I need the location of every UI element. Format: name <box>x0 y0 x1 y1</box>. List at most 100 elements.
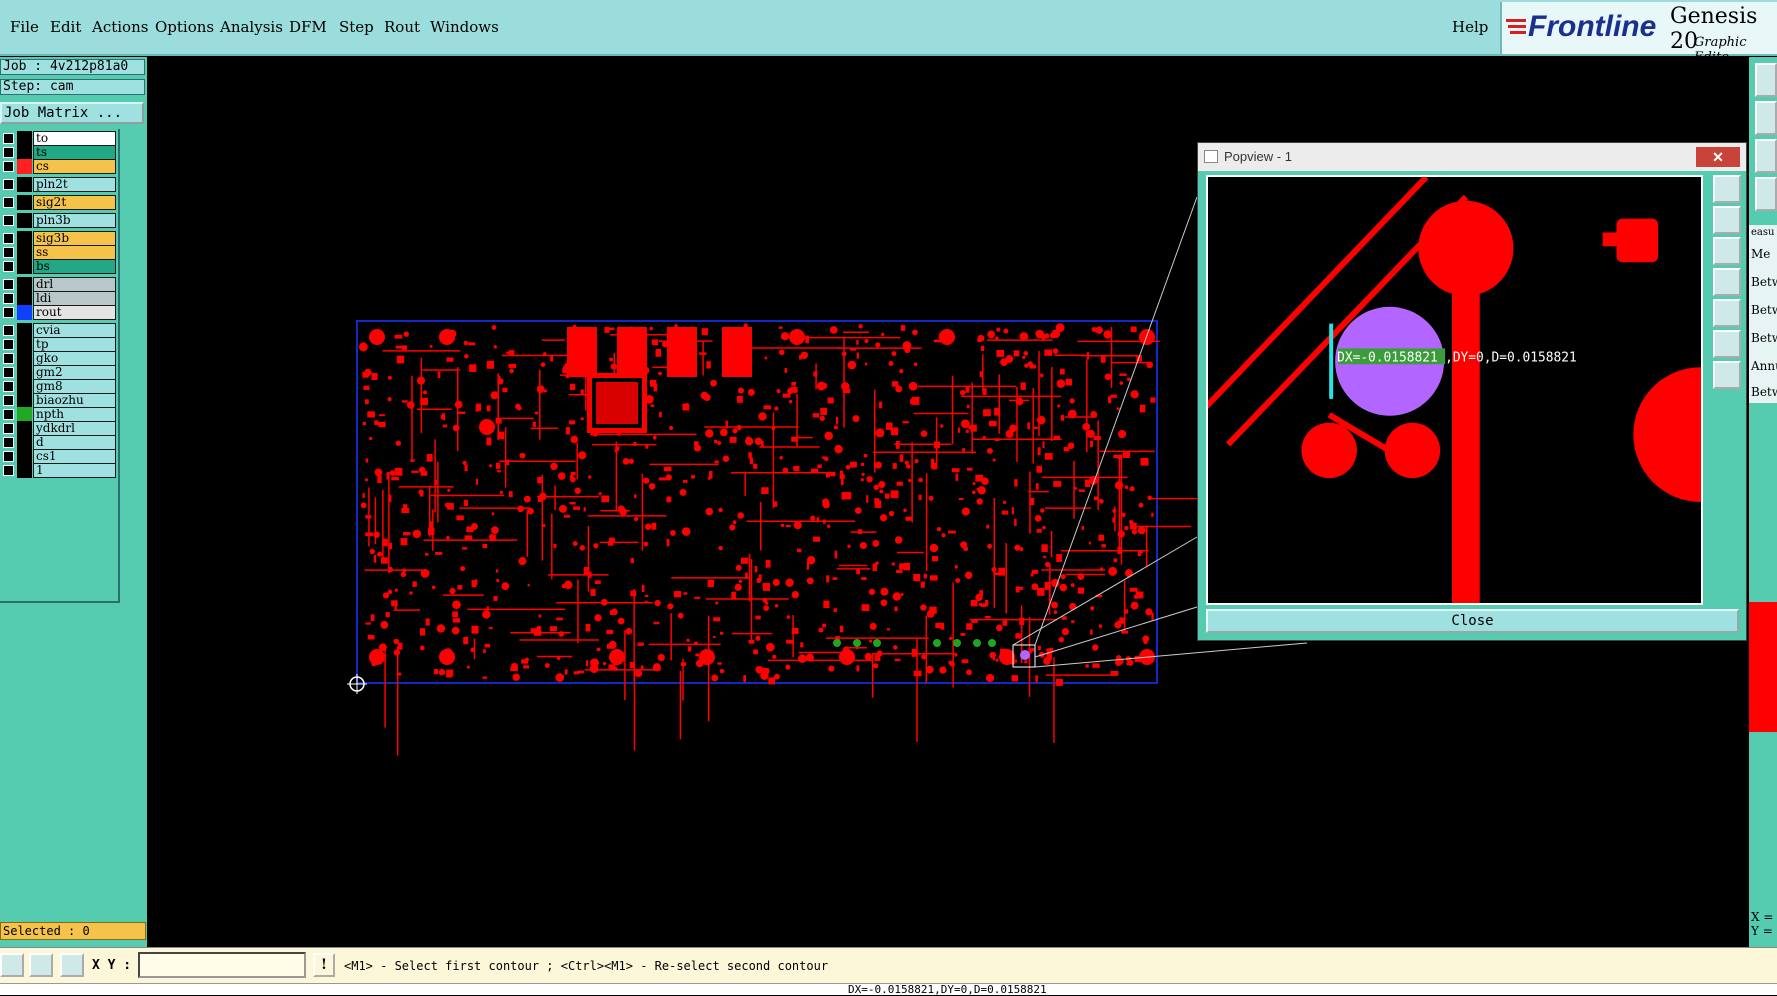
measure-option[interactable]: Betw <box>1751 331 1777 345</box>
layer-name[interactable]: cvia <box>33 323 116 338</box>
measure-option[interactable]: Annu <box>1751 359 1777 373</box>
zoom-out-icon[interactable] <box>1713 361 1741 389</box>
layer-name[interactable]: tp <box>33 337 116 352</box>
pan-right-icon[interactable] <box>1713 299 1741 327</box>
menu-dfm[interactable]: DFM <box>289 18 327 36</box>
layer-name[interactable]: npth <box>33 407 116 422</box>
menu-options[interactable]: Options <box>155 18 214 36</box>
layer-name[interactable]: pln3b <box>33 213 116 228</box>
menu-help[interactable]: Help <box>1452 18 1488 36</box>
layer-name[interactable]: gko <box>33 351 116 366</box>
grid-snap-icon[interactable] <box>60 953 84 977</box>
right-tool-icon[interactable] <box>1755 63 1777 97</box>
layer-checkbox[interactable] <box>3 437 14 448</box>
layer-row[interactable]: bs <box>0 259 118 274</box>
layer-name[interactable]: ydkdrl <box>33 421 116 436</box>
layer-row[interactable]: gm8 <box>0 379 118 394</box>
layer-name[interactable]: cs <box>33 159 116 174</box>
layer-name[interactable]: ts <box>33 145 116 160</box>
layer-name[interactable]: biaozhu <box>33 393 116 408</box>
layer-row[interactable]: cs <box>0 159 118 174</box>
layer-checkbox[interactable] <box>3 215 14 226</box>
layer-row[interactable]: npth <box>0 407 118 422</box>
measure-option[interactable]: Betw <box>1751 303 1777 317</box>
layer-row[interactable]: cs1 <box>0 449 118 464</box>
layer-row[interactable]: ts <box>0 145 118 160</box>
popview-titlebar[interactable]: Popview - 1 ✕ <box>1198 143 1746 171</box>
layer-checkbox[interactable] <box>3 261 14 272</box>
layer-row[interactable]: cvia <box>0 323 118 338</box>
pan-up-icon[interactable] <box>1713 206 1741 234</box>
layer-name[interactable]: pln2t <box>33 177 116 192</box>
popview-close-button[interactable]: Close <box>1206 609 1739 633</box>
measure-mode[interactable]: Me <box>1751 247 1777 261</box>
layer-checkbox[interactable] <box>3 279 14 290</box>
layer-name[interactable]: ss <box>33 245 116 260</box>
right-tool-icon[interactable] <box>1755 177 1777 211</box>
close-icon[interactable]: ✕ <box>1696 147 1740 167</box>
xy-input[interactable] <box>138 952 306 978</box>
layer-checkbox[interactable] <box>3 451 14 462</box>
measure-mode-icon[interactable] <box>29 953 53 977</box>
right-tool-icon[interactable] <box>1755 139 1777 173</box>
layer-name[interactable]: cs1 <box>33 449 116 464</box>
layer-checkbox[interactable] <box>3 423 14 434</box>
layer-name[interactable]: 1 <box>33 463 116 478</box>
layer-row[interactable]: 1 <box>0 463 118 478</box>
layer-checkbox[interactable] <box>3 325 14 336</box>
layer-checkbox[interactable] <box>3 307 14 318</box>
layer-checkbox[interactable] <box>3 381 14 392</box>
measure-option[interactable]: Betw <box>1751 385 1777 399</box>
layer-row[interactable]: sig3b <box>0 231 118 246</box>
layer-name[interactable]: ldi <box>33 291 116 306</box>
layer-checkbox[interactable] <box>3 339 14 350</box>
alert-button[interactable]: ! <box>313 953 335 977</box>
layer-row[interactable]: pln2t <box>0 177 118 192</box>
layer-name[interactable]: drl <box>33 277 116 292</box>
layer-name[interactable]: bs <box>33 259 116 274</box>
job-matrix-button[interactable]: Job Matrix ... <box>0 102 144 124</box>
layer-checkbox[interactable] <box>3 197 14 208</box>
layer-row[interactable]: tp <box>0 337 118 352</box>
menu-rout[interactable]: Rout <box>384 18 420 36</box>
layer-checkbox[interactable] <box>3 409 14 420</box>
layer-checkbox[interactable] <box>3 293 14 304</box>
layer-name[interactable]: gm2 <box>33 365 116 380</box>
layer-row[interactable]: drl <box>0 277 118 292</box>
layer-row[interactable]: gko <box>0 351 118 366</box>
layer-name[interactable]: sig2t <box>33 195 116 210</box>
menu-actions[interactable]: Actions <box>92 18 148 36</box>
layer-checkbox[interactable] <box>3 233 14 244</box>
measure-option[interactable]: Betw <box>1751 275 1777 289</box>
layer-row[interactable]: ss <box>0 245 118 260</box>
layer-row[interactable]: sig2t <box>0 195 118 210</box>
layer-name[interactable]: sig3b <box>33 231 116 246</box>
layer-row[interactable]: biaozhu <box>0 393 118 408</box>
layer-row[interactable]: rout <box>0 305 118 320</box>
select-mode-icon[interactable] <box>0 953 24 977</box>
layer-row[interactable]: ldi <box>0 291 118 306</box>
layer-name[interactable]: gm8 <box>33 379 116 394</box>
layer-name[interactable]: d <box>33 435 116 450</box>
layer-checkbox[interactable] <box>3 147 14 158</box>
layer-row[interactable]: d <box>0 435 118 450</box>
right-tool-icon[interactable] <box>1755 101 1777 135</box>
layer-checkbox[interactable] <box>3 395 14 406</box>
menu-edit[interactable]: Edit <box>50 18 81 36</box>
layer-checkbox[interactable] <box>3 179 14 190</box>
layer-name[interactable]: to <box>33 131 116 146</box>
layer-name[interactable]: rout <box>33 305 116 320</box>
layer-checkbox[interactable] <box>3 133 14 144</box>
layer-checkbox[interactable] <box>3 353 14 364</box>
menu-analysis[interactable]: Analysis <box>220 18 283 36</box>
popview-canvas[interactable]: DX=-0.0158821 ,DY=0,D=0.0158821 <box>1206 175 1703 605</box>
layer-row[interactable]: pln3b <box>0 213 118 228</box>
menu-step[interactable]: Step <box>339 18 374 36</box>
layer-checkbox[interactable] <box>3 465 14 476</box>
layer-checkbox[interactable] <box>3 247 14 258</box>
layer-row[interactable]: ydkdrl <box>0 421 118 436</box>
layer-checkbox[interactable] <box>3 161 14 172</box>
layer-row[interactable]: to <box>0 131 118 146</box>
layer-row[interactable]: gm2 <box>0 365 118 380</box>
menu-file[interactable]: File <box>10 18 39 36</box>
